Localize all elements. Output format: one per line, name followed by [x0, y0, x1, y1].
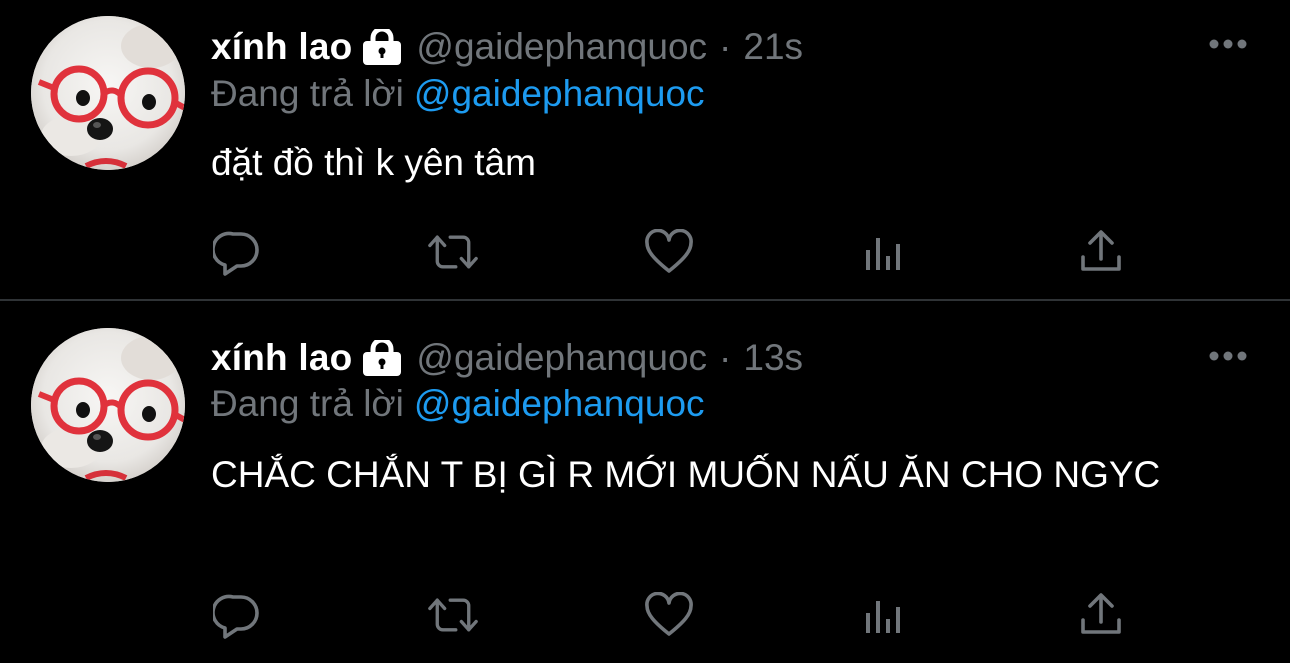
avatar[interactable] — [31, 16, 185, 170]
reply-button[interactable] — [212, 590, 262, 640]
retweet-icon — [428, 598, 478, 632]
share-button[interactable] — [1076, 227, 1126, 277]
like-button[interactable] — [644, 590, 694, 640]
retweet-icon — [428, 235, 478, 269]
views-icon — [866, 601, 900, 633]
share-icon — [1081, 230, 1121, 271]
tweet-text: đặt đồ thì k yên tâm — [211, 142, 536, 183]
tweet-header: xính lao @gaidephanquoc · 13s — [211, 333, 803, 383]
views-button[interactable] — [860, 227, 910, 277]
share-button[interactable] — [1076, 590, 1126, 640]
reply-icon — [213, 231, 259, 276]
separator-dot: · — [719, 337, 732, 378]
retweet-button[interactable] — [428, 227, 478, 277]
replying-prefix: Đang trả lời — [211, 73, 404, 114]
replying-prefix: Đang trả lời — [211, 383, 404, 424]
replying-mention-link[interactable]: @gaidephanquoc — [414, 73, 705, 114]
more-icon[interactable] — [1208, 37, 1248, 49]
separator-dot: · — [719, 26, 732, 67]
handle[interactable]: @gaidephanquoc — [416, 26, 707, 68]
dog-avatar-image — [31, 16, 185, 170]
replying-mention-link[interactable]: @gaidephanquoc — [414, 383, 705, 424]
dog-avatar-image — [31, 328, 185, 482]
heart-icon — [645, 229, 693, 273]
share-icon — [1081, 593, 1121, 634]
lock-icon — [360, 337, 404, 376]
tweet-actions — [0, 227, 1290, 277]
retweet-button[interactable] — [428, 590, 478, 640]
timestamp[interactable]: 13s — [743, 337, 803, 379]
views-icon — [866, 238, 900, 270]
timestamp[interactable]: 21s — [743, 26, 803, 68]
like-button[interactable] — [644, 227, 694, 277]
handle[interactable]: @gaidephanquoc — [416, 337, 707, 379]
replying-to: Đang trả lời @gaidephanquoc — [211, 73, 705, 115]
more-icon[interactable] — [1208, 349, 1248, 361]
avatar[interactable] — [31, 328, 185, 482]
reply-button[interactable] — [212, 227, 262, 277]
replying-to: Đang trả lời @gaidephanquoc — [211, 383, 705, 425]
tweet-header: xính lao @gaidephanquoc · 21s — [211, 22, 803, 72]
reply-icon — [213, 594, 259, 639]
tweet-text: CHẮC CHẮN T BỊ GÌ R MỚI MUỐN NẤU ĂN CHO … — [211, 454, 1161, 495]
tweet[interactable]: xính lao @gaidephanquoc · 13s Đang trả l… — [0, 301, 1290, 663]
views-button[interactable] — [860, 590, 910, 640]
display-name[interactable]: xính lao — [211, 337, 352, 379]
tweet-actions — [0, 590, 1290, 640]
tweet[interactable]: xính lao @gaidephanquoc · 21s Đang trả l… — [0, 0, 1290, 300]
display-name[interactable]: xính lao — [211, 26, 352, 68]
lock-icon — [360, 26, 404, 65]
heart-icon — [645, 592, 693, 636]
